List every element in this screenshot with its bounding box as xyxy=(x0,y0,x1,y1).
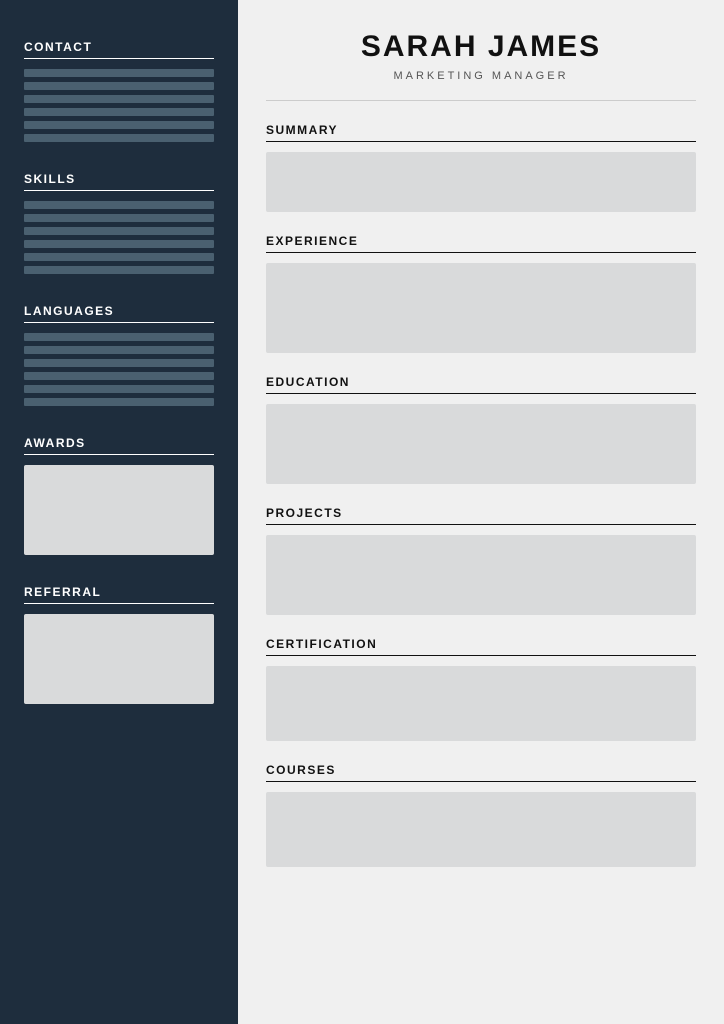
experience-title: EXPERIENCE xyxy=(266,234,696,253)
section-projects: PROJECTS xyxy=(266,506,696,615)
sidebar-section-referral: REFERRAL xyxy=(24,585,214,704)
candidate-job-title: MARKETING MANAGER xyxy=(266,70,696,82)
contact-line-1 xyxy=(24,69,214,77)
languages-line-5 xyxy=(24,385,214,393)
projects-title: PROJECTS xyxy=(266,506,696,525)
referral-section-title: REFERRAL xyxy=(24,585,214,604)
awards-content-box xyxy=(24,465,214,555)
contact-line-2 xyxy=(24,82,214,90)
education-title: EDUCATION xyxy=(266,375,696,394)
languages-section-title: LANGUAGES xyxy=(24,304,214,323)
skills-line-4 xyxy=(24,240,214,248)
candidate-name: SARAH JAMES xyxy=(266,30,696,64)
skills-line-5 xyxy=(24,253,214,261)
sidebar-section-skills: SKILLS xyxy=(24,172,214,274)
sidebar-section-awards: AWARDS xyxy=(24,436,214,555)
projects-content-box xyxy=(266,535,696,615)
sidebar-section-contact: CONTACT xyxy=(24,40,214,142)
referral-content-box xyxy=(24,614,214,704)
courses-title: COURSES xyxy=(266,763,696,782)
skills-line-2 xyxy=(24,214,214,222)
skills-line-3 xyxy=(24,227,214,235)
skills-lines xyxy=(24,201,214,274)
section-education: EDUCATION xyxy=(266,375,696,484)
sidebar: CONTACT SKILLS LANGU xyxy=(0,0,238,1024)
resume-container: CONTACT SKILLS LANGU xyxy=(0,0,724,1024)
section-experience: EXPERIENCE xyxy=(266,234,696,353)
languages-lines xyxy=(24,333,214,406)
summary-content-box xyxy=(266,152,696,212)
header-section: SARAH JAMES MARKETING MANAGER xyxy=(266,0,696,101)
languages-line-3 xyxy=(24,359,214,367)
section-courses: COURSES xyxy=(266,763,696,867)
skills-section-title: SKILLS xyxy=(24,172,214,191)
skills-line-6 xyxy=(24,266,214,274)
education-content-box xyxy=(266,404,696,484)
courses-content-box xyxy=(266,792,696,867)
certification-content-box xyxy=(266,666,696,741)
contact-line-6 xyxy=(24,134,214,142)
skills-line-1 xyxy=(24,201,214,209)
summary-title: SUMMARY xyxy=(266,123,696,142)
main-content: SARAH JAMES MARKETING MANAGER SUMMARY EX… xyxy=(238,0,724,1024)
languages-line-2 xyxy=(24,346,214,354)
contact-lines xyxy=(24,69,214,142)
contact-section-title: CONTACT xyxy=(24,40,214,59)
certification-title: CERTIFICATION xyxy=(266,637,696,656)
sidebar-section-languages: LANGUAGES xyxy=(24,304,214,406)
section-certification: CERTIFICATION xyxy=(266,637,696,741)
awards-section-title: AWARDS xyxy=(24,436,214,455)
languages-line-6 xyxy=(24,398,214,406)
languages-line-1 xyxy=(24,333,214,341)
contact-line-3 xyxy=(24,95,214,103)
experience-content-box xyxy=(266,263,696,353)
contact-line-4 xyxy=(24,108,214,116)
languages-line-4 xyxy=(24,372,214,380)
section-summary: SUMMARY xyxy=(266,123,696,212)
contact-line-5 xyxy=(24,121,214,129)
